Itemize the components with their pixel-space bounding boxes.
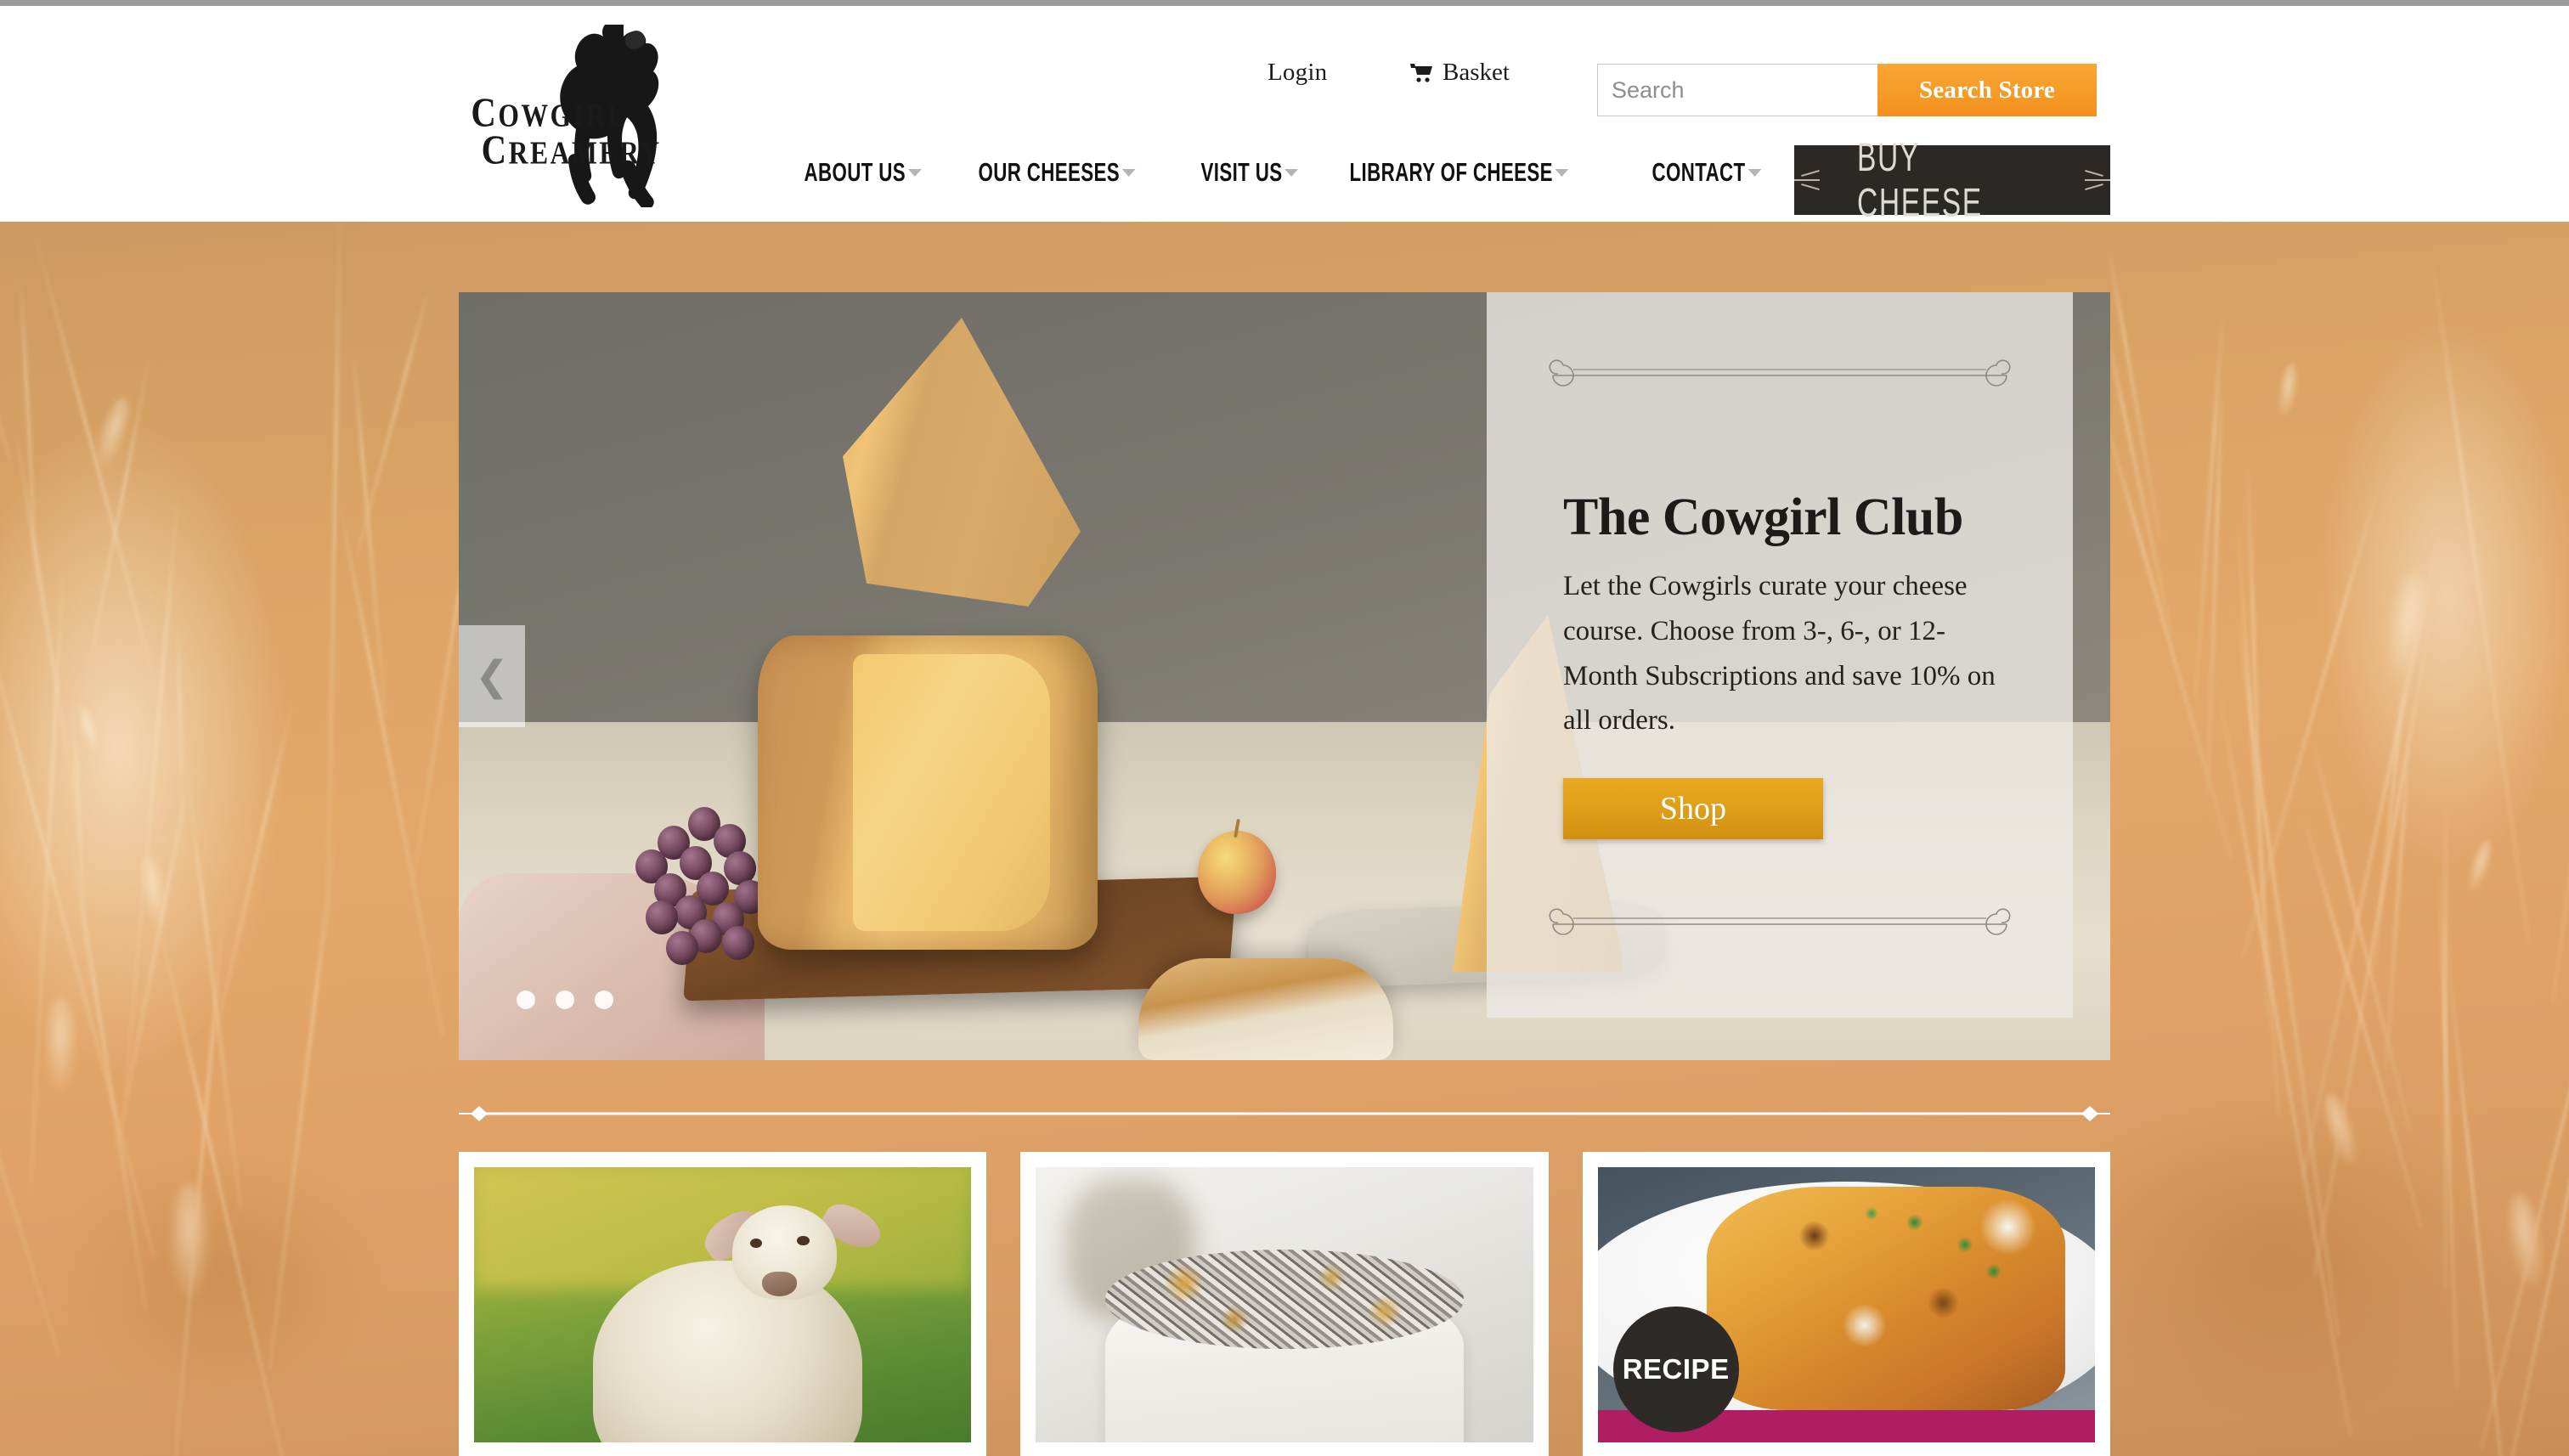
ornament-top-icon [1536, 358, 2024, 392]
hero-title: The Cowgirl Club [1563, 488, 1963, 546]
cheese-wedge-top [843, 318, 1081, 607]
nav-item-label: LIBRARY OF CHEESE [1349, 157, 1553, 187]
hero-carousel: ❮ The Cowgirl Club Let the Cowgirls cura… [459, 292, 2110, 1060]
nav-item-library-of-cheese[interactable]: LIBRARY OF CHEESE [1335, 157, 1569, 188]
browser-chrome-bar [0, 0, 2569, 6]
promo-card-recipe[interactable]: RECIPE [1582, 1152, 2110, 1456]
apple [1198, 831, 1276, 914]
carousel-dot-2[interactable] [556, 990, 574, 1009]
buy-cheese-label: BUY CHEESE [1857, 134, 1983, 225]
nav-item-about-us[interactable]: ABOUT US [790, 157, 922, 188]
search-input[interactable] [1597, 64, 1877, 116]
nav-item-visit-us[interactable]: VISIT US [1187, 157, 1299, 188]
section-divider [459, 1101, 2110, 1126]
promo-card-row: RECIPE [459, 1152, 2110, 1456]
carousel-dots [517, 990, 613, 1009]
carousel-prev-button[interactable]: ❮ [459, 625, 525, 727]
site-header: COWGIRL CREAMERY Login Basket Search Sto… [0, 6, 2569, 225]
shopping-cart-icon [1410, 63, 1433, 83]
chevron-left-icon: ❮ [474, 652, 510, 700]
nav-item-contact[interactable]: CONTACT [1638, 157, 1762, 188]
decorative-marks-right-icon [2085, 170, 2110, 190]
basket-label: Basket [1443, 59, 1510, 86]
shop-button[interactable]: Shop [1563, 778, 1823, 839]
buy-cheese-button[interactable]: BUY CHEESE [1794, 134, 2110, 225]
nav-item-our-cheeses[interactable]: OUR CHEESES [964, 157, 1136, 188]
page-root: COWGIRL CREAMERY Login Basket Search Sto… [0, 0, 2569, 1456]
chevron-down-icon [1121, 168, 1136, 177]
carousel-dot-3[interactable] [595, 990, 613, 1009]
search-form: Search Store [1597, 64, 2097, 116]
chevron-down-icon [1284, 168, 1299, 177]
cheese-wheel [758, 635, 1098, 950]
promo-card-sheep[interactable] [459, 1152, 987, 1456]
bread-loaf [1138, 958, 1393, 1060]
recipe-badge[interactable]: RECIPE [1612, 1306, 1739, 1432]
card-image-ash-cheese [1036, 1167, 1533, 1442]
utility-row: Login Basket [0, 31, 2569, 86]
carousel-dot-1[interactable] [517, 990, 535, 1009]
basket-link[interactable]: Basket [1410, 59, 1510, 87]
hero-body: Let the Cowgirls curate your cheese cour… [1563, 571, 1996, 736]
nav-item-label: VISIT US [1200, 157, 1283, 187]
hero-caption-panel: The Cowgirl Club Let the Cowgirls curate… [1487, 292, 2073, 1018]
promo-card-ash-cheese[interactable] [1020, 1152, 1549, 1456]
nav-item-label: OUR CHEESES [978, 157, 1121, 187]
chevron-down-icon [1747, 168, 1762, 177]
main-navigation: ABOUT US OUR CHEESES VISIT US LIBRARY OF CH… [790, 157, 1793, 188]
nav-item-label: CONTACT [1652, 157, 1746, 187]
chevron-down-icon [1555, 168, 1569, 177]
login-link[interactable]: Login [1268, 59, 1327, 87]
decorative-marks-left-icon [1794, 170, 1820, 190]
search-store-button[interactable]: Search Store [1877, 64, 2097, 116]
recipe-badge-label: RECIPE [1622, 1353, 1730, 1385]
card-image-recipe: RECIPE [1597, 1167, 2095, 1442]
nav-item-label: ABOUT US [804, 157, 906, 187]
ornament-bottom-icon [1536, 907, 2024, 941]
card-image-sheep [474, 1167, 972, 1442]
chevron-down-icon [907, 168, 922, 177]
